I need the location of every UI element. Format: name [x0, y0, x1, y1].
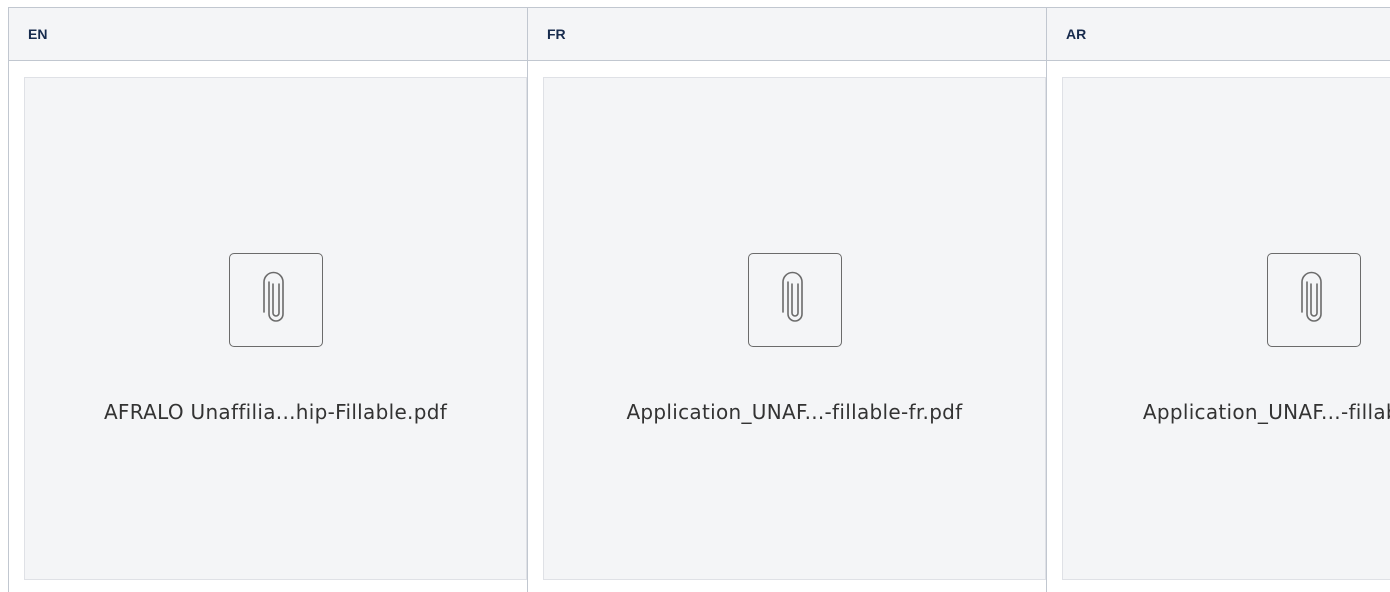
table-cell-fr: Application_UNAF...-fillable-fr.pdf: [527, 60, 1047, 592]
column-header-fr: FR: [527, 7, 1047, 61]
attachment-card-en[interactable]: AFRALO Unaffilia...hip-Fillable.pdf: [24, 77, 527, 580]
table-cell-en: AFRALO Unaffilia...hip-Fillable.pdf: [8, 60, 528, 592]
attachment-filename: Application_UNAF...-fillable-ar.pdf: [1142, 400, 1390, 424]
paperclip-icon: [748, 253, 842, 347]
column-header-ar: AR: [1046, 7, 1390, 61]
table-row: AFRALO Unaffilia...hip-Fillable.pdf Appl…: [8, 60, 1390, 592]
attachment-card-ar[interactable]: Application_UNAF...-fillable-ar.pdf: [1062, 77, 1390, 580]
column-header-en: EN: [8, 7, 528, 61]
attachment-filename: Application_UNAF...-fillable-fr.pdf: [626, 400, 963, 424]
table-cell-ar: Application_UNAF...-fillable-ar.pdf: [1046, 60, 1390, 592]
attachment-filename: AFRALO Unaffilia...hip-Fillable.pdf: [103, 400, 448, 424]
attachment-card-fr[interactable]: Application_UNAF...-fillable-fr.pdf: [543, 77, 1046, 580]
paperclip-icon: [1267, 253, 1361, 347]
table-header-row: EN FR AR: [8, 7, 1390, 61]
attachments-table-container: EN FR AR AFRALO Unaffilia...hip-Fillable…: [0, 0, 1390, 592]
paperclip-icon: [229, 253, 323, 347]
language-attachments-table: EN FR AR AFRALO Unaffilia...hip-Fillable…: [8, 7, 1390, 592]
